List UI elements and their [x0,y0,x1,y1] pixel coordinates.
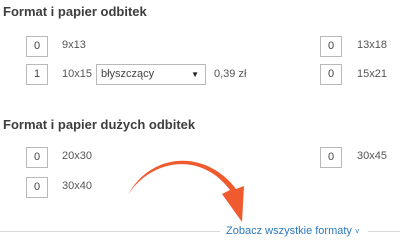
format-label-9x13: 9x13 [62,39,86,51]
divider-left [0,231,220,232]
format-label-30x45: 30x45 [357,150,387,162]
divider-right [368,231,400,232]
qty-input-30x40[interactable] [26,177,48,198]
paper-type-value: błyszczący [101,68,155,80]
format-label-10x15: 10x15 [62,68,92,80]
qty-input-13x18[interactable] [320,36,342,57]
paper-type-select[interactable]: błyszczący ▼ [96,64,206,85]
photo-print-order-panel: Format i papier odbitek 9x13 13x18 10x15… [0,0,400,250]
section-title-large-prints: Format i papier dużych odbitek [3,117,196,132]
chevron-down-icon: ˅ [354,227,360,236]
dropdown-caret-icon: ▼ [191,70,199,79]
qty-input-15x21[interactable] [320,64,342,85]
see-all-formats-label: Zobacz wszystkie formaty [226,225,352,237]
qty-input-30x45[interactable] [320,147,342,168]
section-title-prints: Format i papier odbitek [3,4,147,19]
qty-input-9x13[interactable] [26,36,48,57]
format-label-13x18: 13x18 [357,39,387,51]
qty-input-20x30[interactable] [26,147,48,168]
format-label-15x21: 15x21 [357,68,387,80]
price-per-print: 0,39 zł [214,68,247,80]
format-label-30x40: 30x40 [62,180,92,192]
arrow-body [128,160,244,222]
format-label-20x30: 20x30 [62,150,92,162]
qty-input-10x15[interactable] [26,64,48,85]
see-all-formats-link[interactable]: Zobacz wszystkie formaty ˅ [226,224,360,239]
